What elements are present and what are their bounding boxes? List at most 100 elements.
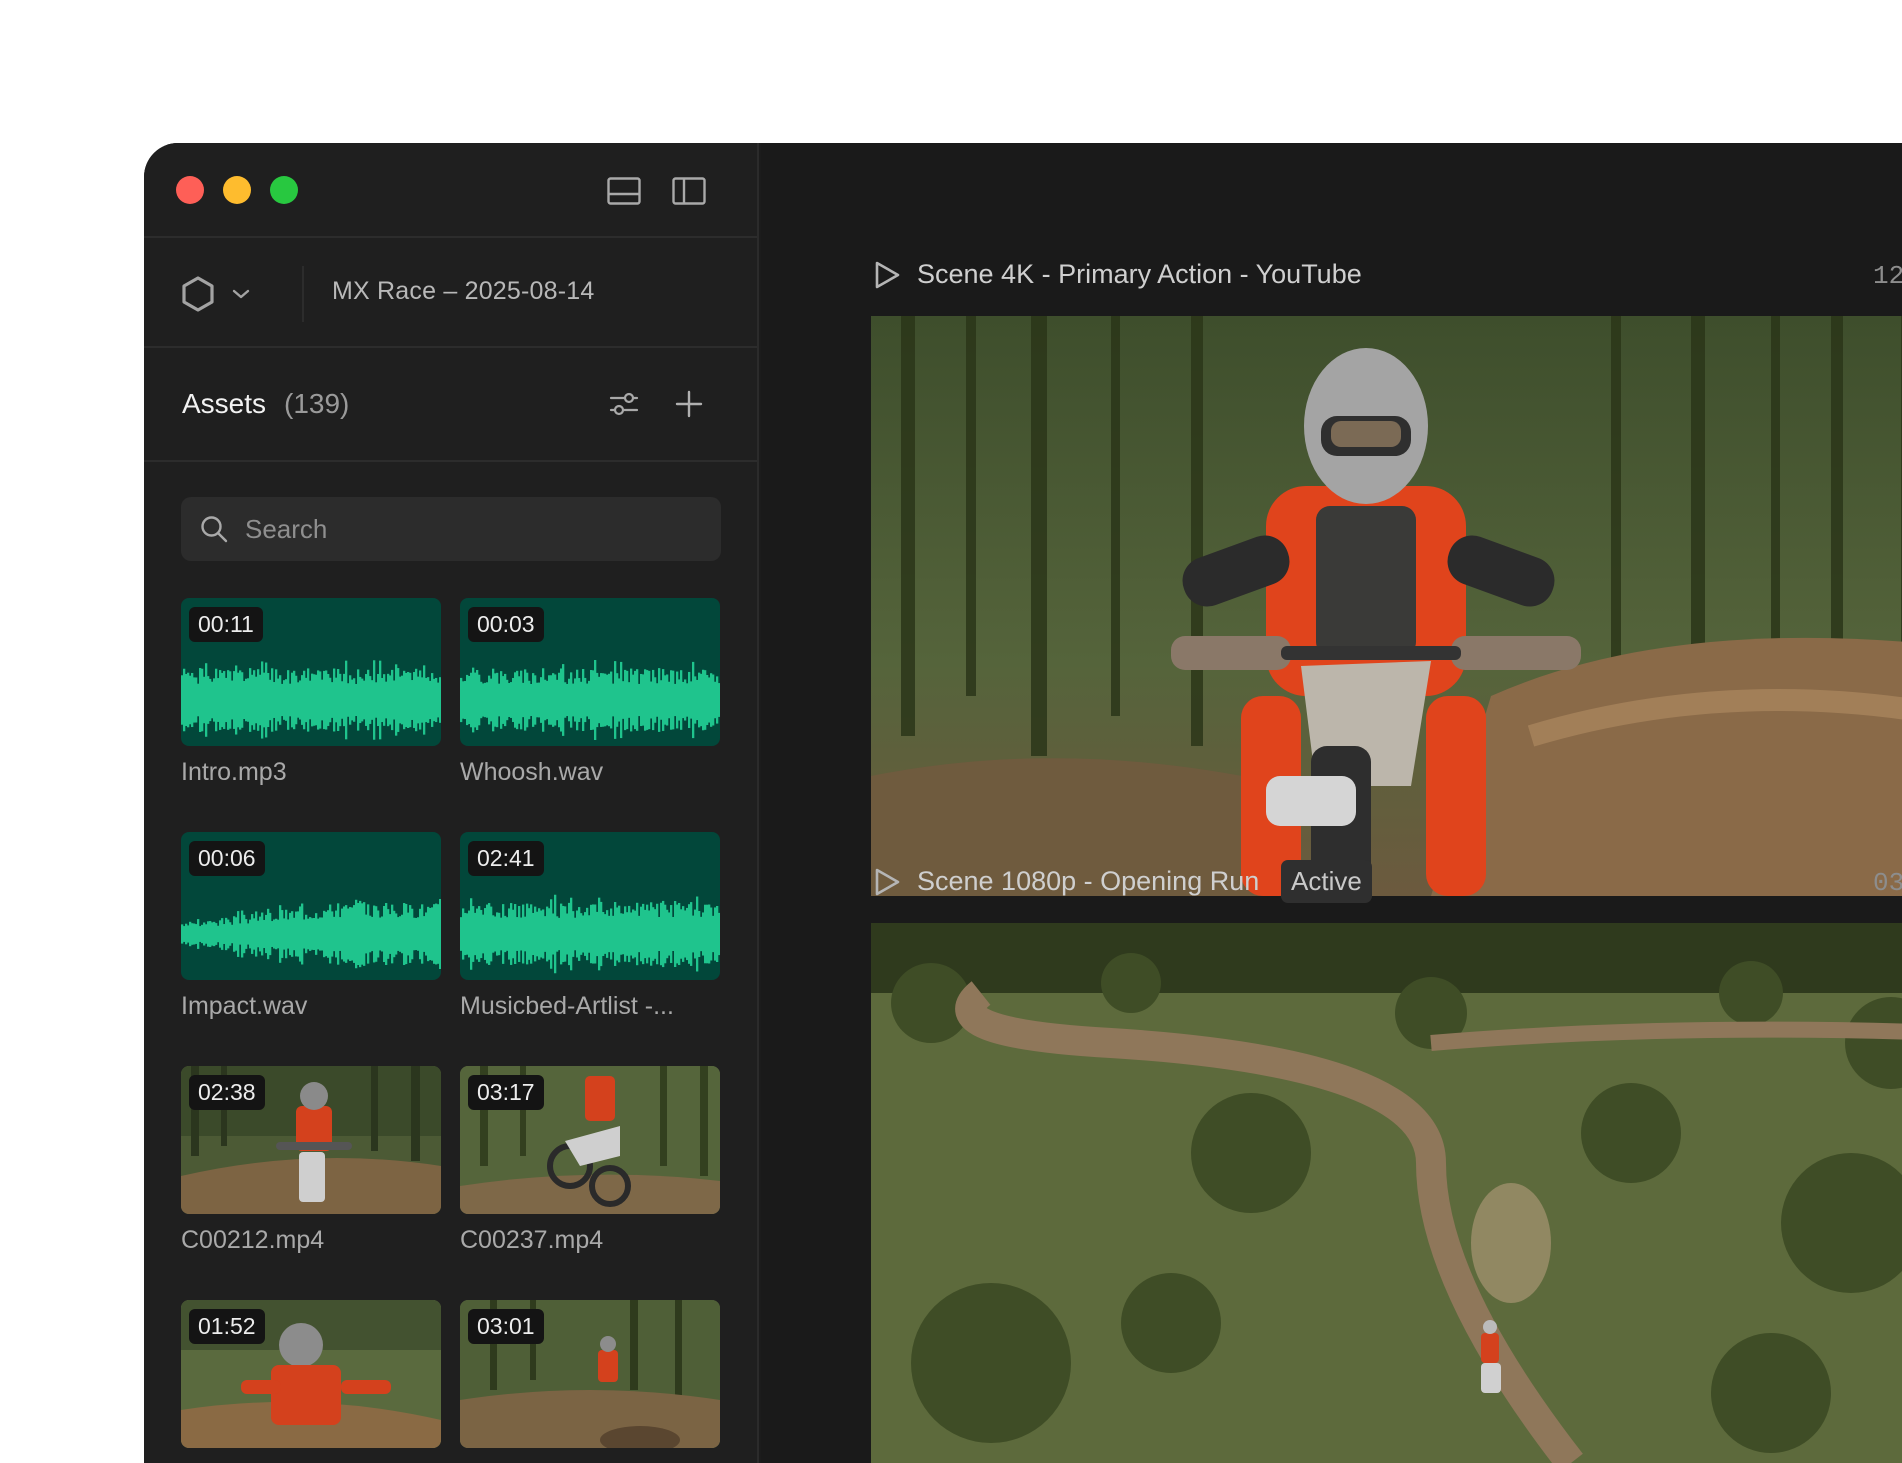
asset-card[interactable]: 00:06 Impact.wav xyxy=(181,832,441,1032)
waveform-bar xyxy=(265,662,268,738)
waveform-bar xyxy=(604,673,607,727)
waveform-bar xyxy=(439,677,441,723)
waveform-bar xyxy=(698,910,701,958)
waveform-bar xyxy=(464,912,467,956)
chevron-down-icon xyxy=(232,289,250,299)
search-input[interactable] xyxy=(245,497,705,561)
waveform-bar xyxy=(564,682,567,718)
asset-card[interactable]: 02:38 C00212.mp4 xyxy=(181,1066,441,1266)
waveform-bar xyxy=(464,680,467,720)
waveform-bar xyxy=(546,680,549,720)
waveform-bar xyxy=(616,673,619,727)
waveform-bar xyxy=(702,912,705,956)
waveform-bar xyxy=(710,673,713,727)
waveform-bar xyxy=(395,664,398,736)
waveform-bar xyxy=(227,919,230,949)
waveform-bar xyxy=(628,682,631,718)
play-icon[interactable] xyxy=(871,866,903,898)
waveform-bar xyxy=(273,682,276,718)
waveform-bar xyxy=(341,681,344,719)
toggle-bottom-panel-button[interactable] xyxy=(606,173,642,209)
play-icon[interactable] xyxy=(871,259,903,291)
waveform-bar xyxy=(301,675,304,725)
duration-badge: 03:01 xyxy=(468,1309,544,1344)
scenes-panel: Scene 4K - Primary Action - YouTube 12:5… xyxy=(761,143,1902,1463)
waveform-bar xyxy=(556,916,559,952)
audio-waveform-thumbnail: 00:06 xyxy=(181,832,441,980)
waveform-bar xyxy=(277,919,280,949)
waveform-bar xyxy=(419,670,422,730)
waveform-bar xyxy=(203,676,206,724)
waveform-bar xyxy=(518,676,521,724)
zoom-window-button[interactable] xyxy=(270,176,298,204)
asset-card[interactable]: 02:41 Musicbed-Artlist -... xyxy=(460,832,720,1032)
waveform-bar xyxy=(554,674,557,726)
scene-preview[interactable] xyxy=(871,316,1902,896)
waveform-bar xyxy=(323,670,326,730)
waveform-bar xyxy=(303,670,306,730)
waveform-bar xyxy=(534,906,537,962)
waveform-bar xyxy=(251,674,254,726)
waveform-bar xyxy=(668,912,671,956)
waveform-bar xyxy=(576,669,579,731)
waveform-bar xyxy=(415,668,418,732)
waveform-bar xyxy=(273,919,276,949)
waveform-bar xyxy=(594,660,597,740)
waveform-bar xyxy=(554,894,557,974)
waveform-bar xyxy=(522,904,525,964)
waveform-bar xyxy=(536,911,539,957)
toggle-sidebar-button[interactable] xyxy=(671,173,707,209)
waveform-bar xyxy=(245,919,248,949)
asset-card[interactable]: 03:01 xyxy=(460,1300,720,1463)
waveform-bar xyxy=(209,921,212,947)
close-window-button[interactable] xyxy=(176,176,204,204)
waveform-bar xyxy=(309,917,312,951)
waveform-bar xyxy=(694,909,697,959)
waveform-bar xyxy=(431,907,434,961)
asset-card[interactable]: 00:03 Whoosh.wav xyxy=(460,598,720,798)
waveform-bar xyxy=(325,911,328,957)
waveform-bar xyxy=(375,682,378,718)
waveform-bar xyxy=(546,906,549,962)
waveform-bar xyxy=(279,905,282,963)
active-badge: Active xyxy=(1281,860,1372,903)
waveform-bar xyxy=(492,668,495,732)
asset-card[interactable]: 03:17 C00237.mp4 xyxy=(460,1066,720,1266)
filter-button[interactable] xyxy=(606,386,642,422)
waveform-bar xyxy=(682,906,685,962)
waveform-bar xyxy=(560,903,563,965)
waveform-bar xyxy=(263,919,266,949)
waveform-bar xyxy=(494,916,497,952)
minimize-window-button[interactable] xyxy=(223,176,251,204)
waveform-bar xyxy=(648,670,651,730)
waveform-bar xyxy=(552,913,555,955)
waveform-bar xyxy=(490,906,493,962)
waveform-bar xyxy=(321,679,324,721)
waveform-bar xyxy=(197,919,200,949)
waveform-bar xyxy=(305,914,308,954)
waveform-bar xyxy=(323,910,326,958)
waveform-bar xyxy=(520,917,523,951)
waveform-bar xyxy=(289,683,292,717)
waveform-bar xyxy=(514,672,517,728)
add-asset-button[interactable] xyxy=(671,386,707,422)
asset-card[interactable]: 00:11 Intro.mp3 xyxy=(181,598,441,798)
waveform-bar xyxy=(540,910,543,958)
asset-card[interactable]: 01:52 xyxy=(181,1300,441,1463)
waveform-bar xyxy=(319,671,322,729)
waveform-bar xyxy=(389,675,392,725)
waveform-bar xyxy=(205,924,208,944)
waveform-bar xyxy=(630,668,633,732)
scene-preview[interactable] xyxy=(871,923,1902,1463)
waveform-bar xyxy=(255,676,258,724)
waveform-bar xyxy=(255,911,258,957)
waveform-bar xyxy=(379,917,382,951)
waveform-bar xyxy=(237,672,240,728)
scene-title: Scene 1080p - Opening Run xyxy=(917,866,1260,896)
waveform-bar xyxy=(502,676,505,724)
project-bar: MX Race – 2025-08-14 xyxy=(144,240,757,348)
waveform-bar xyxy=(574,917,577,951)
waveform-bar xyxy=(361,903,364,965)
waveform-bar xyxy=(486,904,489,964)
project-switcher[interactable] xyxy=(180,274,260,314)
